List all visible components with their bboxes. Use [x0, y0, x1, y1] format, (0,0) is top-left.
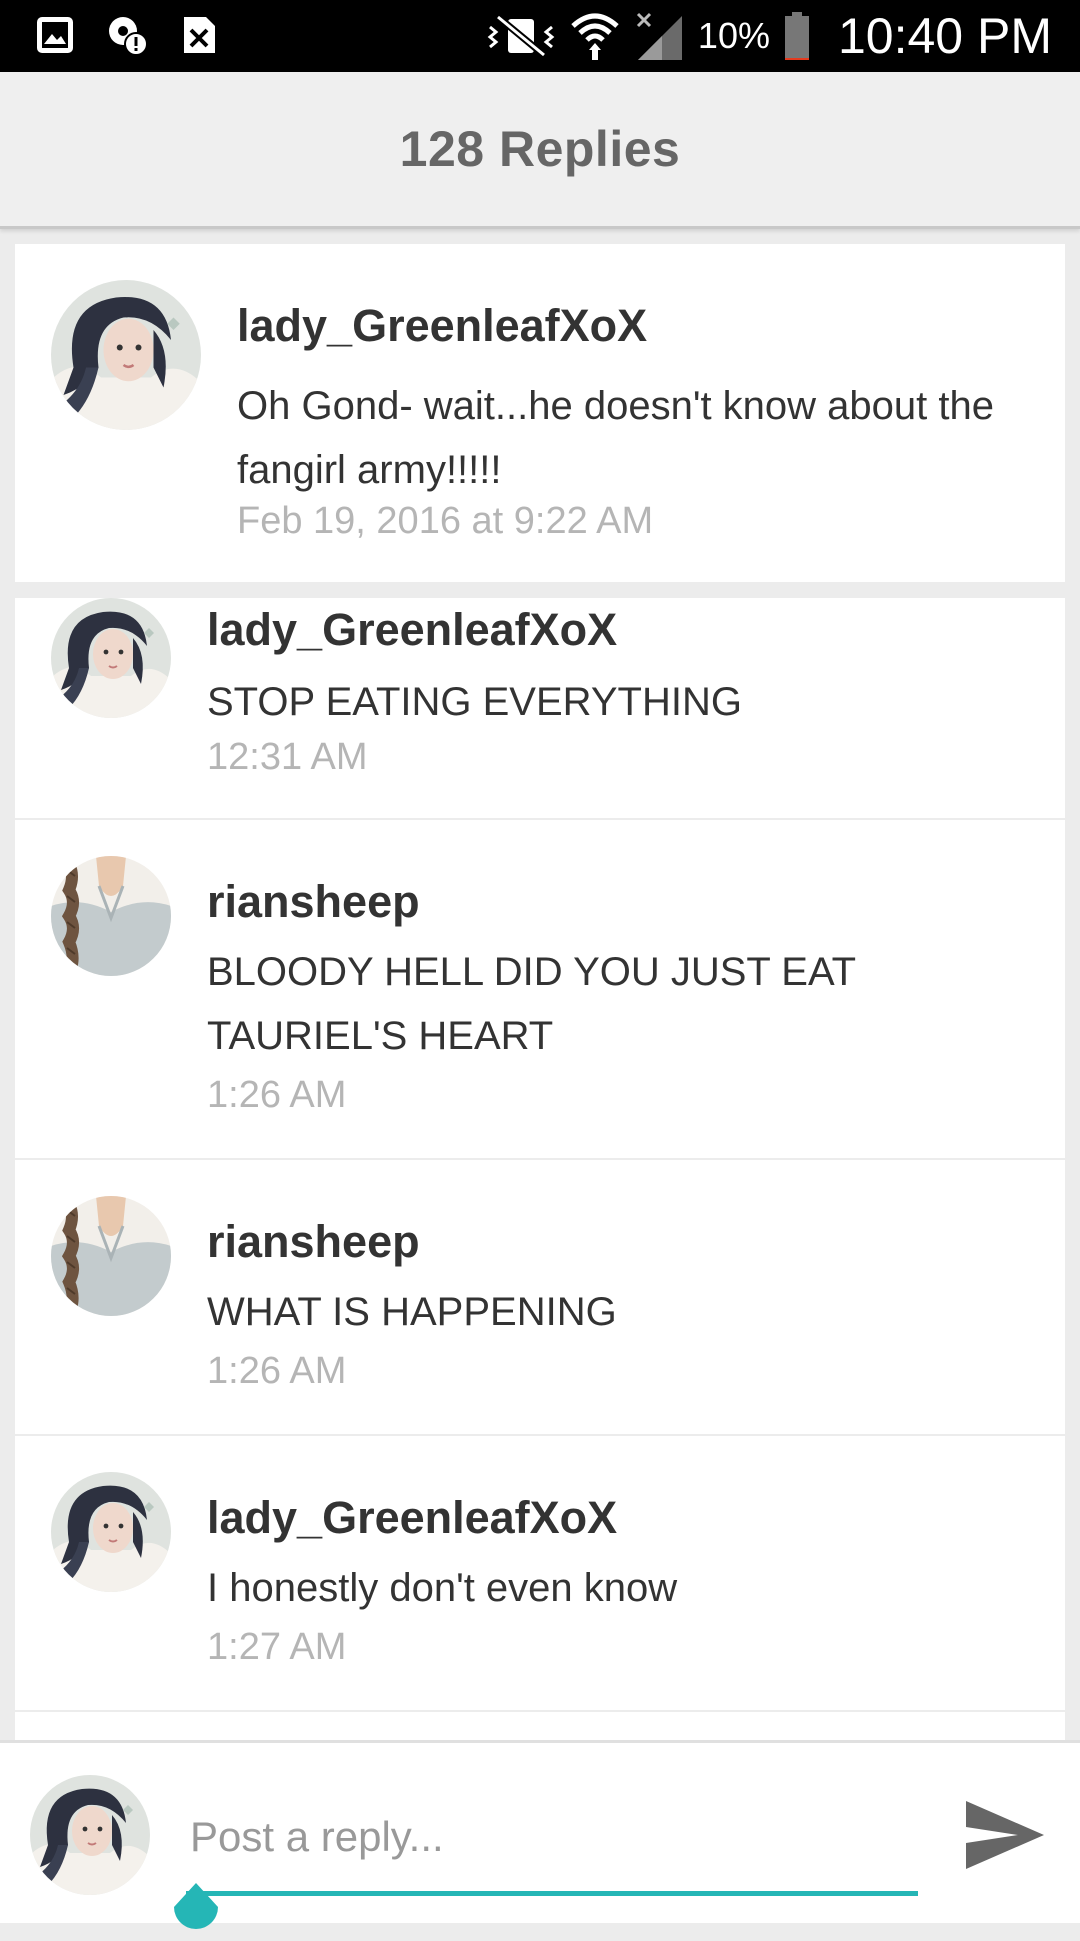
avatar[interactable] — [51, 1196, 171, 1316]
avatar[interactable] — [51, 856, 171, 976]
list-item: lady_GreenleafXoX I honestly don't even … — [15, 1436, 1065, 1712]
list-item: riansheep BLOODY HELL DID YOU JUST EAT T… — [15, 820, 1065, 1160]
status-left-icons — [34, 14, 220, 56]
post-username[interactable]: lady_GreenleafXoX — [237, 300, 647, 352]
post-timestamp: Feb 19, 2016 at 9:22 AM — [237, 500, 654, 542]
input-underline — [186, 1891, 918, 1896]
clock: 10:40 PM — [837, 8, 1052, 64]
replies-header: 128 Replies — [0, 72, 1080, 229]
location-alert-icon — [109, 17, 148, 56]
reply-text: I honestly don't even know — [207, 1566, 678, 1610]
avatar[interactable] — [51, 1472, 171, 1592]
reply-text: BLOODY HELL DID YOU JUST EAT TAURIEL'S H… — [207, 950, 856, 1058]
post-text: Oh Gond- wait...he doesn't know about th… — [237, 384, 994, 492]
reply-username[interactable]: lady_GreenleafXoX — [207, 1492, 617, 1544]
vibrate-off-icon — [487, 14, 555, 58]
reply-username[interactable]: riansheep — [207, 1216, 420, 1268]
send-icon[interactable] — [962, 1793, 1046, 1877]
reply-text: WHAT IS HAPPENING — [207, 1290, 617, 1334]
status-right-icons: 10% 10:40 PM — [486, 0, 1052, 72]
reply-text: STOP EATING EVERYTHING — [207, 680, 742, 724]
list-item: lady_GreenleafXoX STOP EATING EVERYTHING… — [15, 598, 1065, 820]
page-title: 128 Replies — [399, 121, 681, 177]
status-bar: 10% 10:40 PM — [0, 0, 1080, 72]
reply-username[interactable]: riansheep — [207, 876, 420, 928]
reply-time: 1:26 AM — [207, 1074, 347, 1116]
battery-icon — [784, 12, 809, 60]
text-cursor-handle-icon[interactable] — [166, 1881, 226, 1941]
reply-composer — [0, 1740, 1080, 1929]
reply-time: 12:31 AM — [207, 736, 368, 778]
avatar — [30, 1775, 150, 1895]
list-item: riansheep WHAT IS HAPPENING 1:26 AM — [15, 1160, 1065, 1436]
reply-time: 1:26 AM — [207, 1350, 347, 1392]
signal-icon — [636, 12, 682, 60]
wifi-icon — [571, 13, 619, 60]
battery-percent: 10% — [697, 15, 770, 56]
avatar[interactable] — [51, 598, 171, 718]
close-box-icon — [184, 17, 215, 53]
reply-username[interactable]: lady_GreenleafXoX — [207, 604, 617, 656]
gallery-icon — [37, 17, 73, 53]
replies-list[interactable]: lady_GreenleafXoX STOP EATING EVERYTHING… — [15, 598, 1065, 1740]
reply-time: 1:27 AM — [207, 1626, 347, 1668]
reply-input[interactable] — [190, 1805, 910, 1869]
original-post: lady_GreenleafXoX Oh Gond- wait...he doe… — [15, 244, 1065, 582]
avatar[interactable] — [51, 280, 201, 430]
